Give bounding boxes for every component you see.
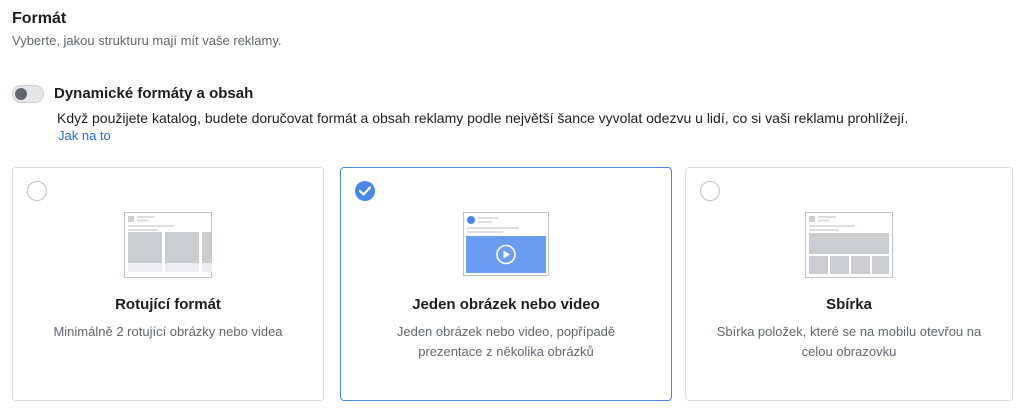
format-card-title: Jeden obrázek nebo video (412, 296, 600, 313)
carousel-icon (124, 212, 212, 278)
section-title: Formát (12, 10, 67, 27)
format-card-single-image-video[interactable]: Jeden obrázek nebo video Jeden obrázek n… (340, 167, 672, 401)
format-card-description: Minimálně 2 rotující obrázky nebo videa (53, 324, 283, 339)
format-radio-collection[interactable] (700, 181, 720, 201)
section-subtitle: Vyberte, jakou strukturu mají mít vaše r… (12, 33, 282, 48)
dynamic-formats-title: Dynamické formáty a obsah (54, 85, 254, 102)
format-card-description: Jeden obrázek nebo video, popřípadě prez… (396, 324, 616, 359)
learn-more-link[interactable]: Jak na to (58, 128, 111, 143)
format-card-collection[interactable]: Sbírka Sbírka položek, které se na mobil… (685, 167, 1013, 401)
format-radio-carousel[interactable] (27, 181, 47, 201)
format-radio-single-image-video[interactable] (355, 181, 375, 201)
single-video-icon (463, 212, 549, 276)
format-card-carousel[interactable]: Rotující formát Minimálně 2 rotující obr… (12, 167, 324, 401)
dynamic-formats-description: Když použijete katalog, budete doručovat… (57, 110, 909, 126)
toggle-knob (15, 88, 27, 100)
checkmark-icon (359, 186, 371, 196)
format-card-title: Rotující formát (115, 296, 221, 313)
format-card-description: Sbírka položek, které se na mobilu otevř… (716, 324, 982, 359)
format-card-title: Sbírka (826, 296, 872, 313)
collection-icon (805, 212, 893, 278)
dynamic-formats-toggle[interactable] (12, 85, 44, 103)
